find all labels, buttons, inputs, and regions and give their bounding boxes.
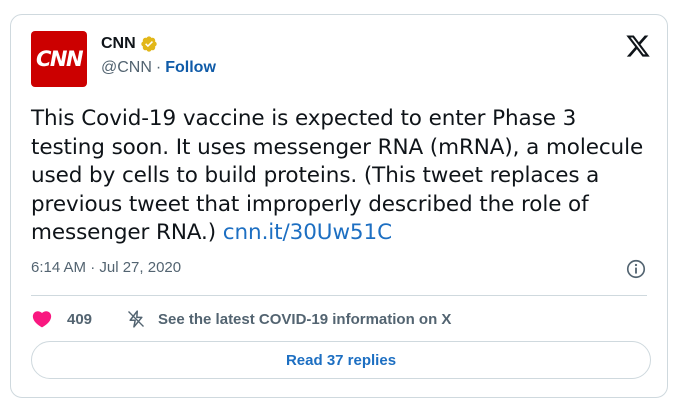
covid-info-link[interactable]: See the latest COVID-19 information on X [158,311,451,328]
bolt-icon [128,310,145,328]
heart-icon[interactable] [31,308,53,330]
tweet-link[interactable]: cnn.it/30Uw51C [223,220,392,245]
tweet-text: This Covid-19 vaccine is expected to ent… [31,105,653,248]
tweet-timestamp[interactable]: 6:14 AM · Jul 27, 2020 [31,259,181,276]
verified-badge-icon [140,36,157,52]
x-logo-icon[interactable] [625,33,651,59]
separator-dot: · [155,59,162,76]
avatar[interactable]: CNN [31,31,87,87]
tweet-actions: 409 See the latest COVID-19 information … [31,305,651,333]
tweet-card: CNN CNN @CNN · Follow This Covid-19 vacc… [10,14,668,398]
read-replies-button[interactable]: Read 37 replies [31,341,651,379]
divider [31,295,647,296]
author-handle[interactable]: @CNN [101,59,152,77]
avatar-logo-text: CNN [35,47,84,71]
author-handle-row: @CNN · Follow [101,59,216,77]
author-name[interactable]: CNN [101,35,136,53]
like-count[interactable]: 409 [67,311,92,328]
info-icon[interactable] [625,258,647,280]
author-name-row: CNN [101,35,158,53]
tweet-header: CNN CNN @CNN · Follow [31,31,651,91]
follow-button[interactable]: Follow [165,59,216,77]
